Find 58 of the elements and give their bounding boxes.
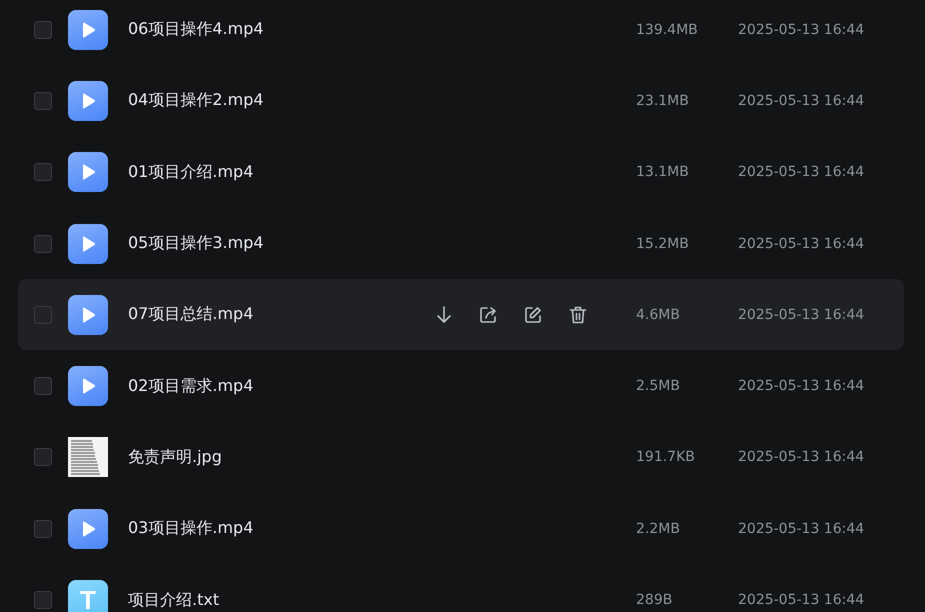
file-name[interactable]: 01项目介绍.mp4	[128, 162, 428, 183]
modified-date: 2025-05-13 16:44	[738, 378, 864, 394]
file-name[interactable]: 06项目操作4.mp4	[128, 19, 428, 40]
file-size: 191.7KB	[636, 449, 696, 466]
modified-date: 2025-05-13 16:44	[738, 520, 864, 537]
file-row[interactable]: 04项目操作2.mp4 23.1MB 2025-05-13 16:44	[18, 65, 904, 137]
modified-date: 2025-05-13 16:44	[738, 236, 864, 252]
text-file-icon: T	[68, 580, 108, 612]
video-file-icon	[68, 366, 108, 406]
file-size: 23.1MB	[636, 92, 690, 109]
file-name[interactable]: 07项目总结.mp4	[128, 304, 428, 326]
video-file-icon	[68, 152, 108, 192]
file-row[interactable]: 01项目介绍.mp4 13.1MB 2025-05-13 16:44	[18, 136, 904, 208]
file-size: 2.5MB	[636, 378, 681, 394]
checkbox[interactable]	[34, 520, 52, 538]
file-size: 2.2MB	[636, 520, 681, 537]
delete-icon[interactable]	[569, 306, 587, 324]
document-thumbnail	[68, 437, 108, 478]
video-file-icon	[68, 80, 108, 121]
file-row[interactable]: T 项目介绍.txt 289B 2025-05-13 16:44	[18, 564, 904, 612]
edit-icon[interactable]	[524, 306, 542, 324]
video-file-icon	[68, 294, 108, 335]
video-file-icon	[68, 508, 108, 549]
file-row[interactable]: 07项目总结.mp4 4.6MB 2025-05-13 16:44	[18, 279, 904, 350]
file-row[interactable]: 06项目操作4.mp4 139.4MB 2025-05-13 16:44	[18, 0, 904, 66]
modified-date: 2025-05-13 16:44	[738, 306, 864, 323]
checkbox[interactable]	[34, 20, 52, 39]
file-size: 15.2MB	[636, 236, 690, 252]
file-row[interactable]: 05项目操作3.mp4 15.2MB 2025-05-13 16:44	[18, 208, 904, 280]
modified-date: 2025-05-13 16:44	[738, 592, 864, 608]
checkbox[interactable]	[34, 306, 52, 324]
modified-date: 2025-05-13 16:44	[738, 449, 864, 466]
file-size: 13.1MB	[636, 164, 690, 180]
file-size: 4.6MB	[636, 306, 681, 323]
file-size: 139.4MB	[636, 22, 699, 38]
download-icon[interactable]	[436, 306, 452, 324]
file-name[interactable]: 04项目操作2.mp4	[128, 90, 428, 112]
modified-date: 2025-05-13 16:44	[738, 164, 864, 180]
file-name[interactable]: 03项目操作.mp4	[128, 518, 428, 540]
modified-date: 2025-05-13 16:44	[738, 22, 864, 38]
file-row[interactable]: 03项目操作.mp4 2.2MB 2025-05-13 16:44	[18, 493, 904, 564]
video-file-icon	[68, 10, 108, 50]
file-row[interactable]: 免责声明.jpg 191.7KB 2025-05-13 16:44	[18, 422, 904, 494]
file-name[interactable]: 02项目需求.mp4	[128, 376, 428, 397]
checkbox[interactable]	[34, 377, 52, 396]
checkbox[interactable]	[34, 163, 52, 182]
file-name[interactable]: 05项目操作3.mp4	[128, 233, 428, 254]
checkbox[interactable]	[34, 591, 52, 610]
share-icon[interactable]	[479, 306, 497, 324]
file-name[interactable]: 项目介绍.txt	[128, 590, 428, 611]
file-name[interactable]: 免责声明.jpg	[128, 446, 428, 468]
checkbox[interactable]	[34, 234, 52, 253]
checkbox[interactable]	[34, 92, 52, 110]
checkbox[interactable]	[34, 448, 52, 466]
file-size: 289B	[636, 592, 674, 608]
file-row[interactable]: 02项目需求.mp4 2.5MB 2025-05-13 16:44	[18, 350, 904, 422]
modified-date: 2025-05-13 16:44	[738, 92, 864, 109]
video-file-icon	[68, 224, 108, 264]
